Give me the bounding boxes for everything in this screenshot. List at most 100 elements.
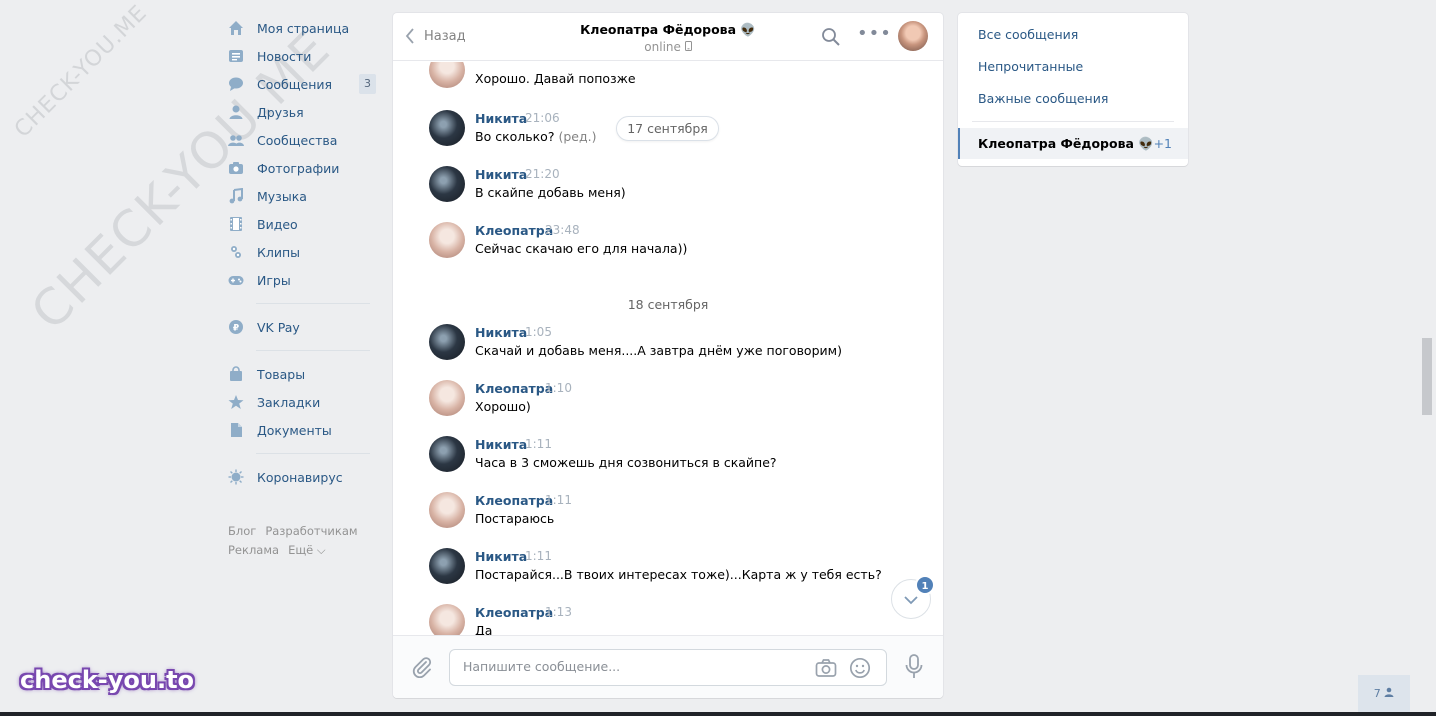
message-text: Часа в 3 сможешь дня созвониться в скайп… bbox=[475, 455, 777, 470]
avatar[interactable] bbox=[429, 548, 465, 584]
clips-icon bbox=[228, 244, 244, 260]
menu-item-my-page[interactable]: Моя страница bbox=[226, 14, 376, 42]
more-options-icon[interactable]: ••• bbox=[857, 25, 892, 43]
left-menu: Моя страница Новости Сообщения 3 Друзья … bbox=[226, 14, 376, 491]
menu-item-label: Закладки bbox=[257, 394, 321, 410]
menu-item-coronavirus[interactable]: Коронавирус bbox=[226, 463, 376, 491]
menu-item-friends[interactable]: Друзья bbox=[226, 98, 376, 126]
message-time: 1:13 bbox=[545, 605, 572, 619]
unread-count-badge: 1 bbox=[915, 575, 935, 595]
messages-count-badge: 3 bbox=[359, 74, 376, 94]
search-icon[interactable] bbox=[821, 27, 841, 47]
message-author[interactable]: Клеопатра bbox=[475, 605, 553, 620]
menu-item-label: Музыка bbox=[257, 188, 307, 204]
paperclip-icon[interactable] bbox=[411, 656, 433, 679]
floating-date-pill: 17 сентября bbox=[616, 116, 719, 141]
news-icon bbox=[228, 48, 244, 64]
emoji-smile-icon[interactable] bbox=[849, 657, 871, 679]
avatar[interactable] bbox=[429, 166, 465, 202]
menu-item-bookmarks[interactable]: Закладки bbox=[226, 388, 376, 416]
mobile-phone-icon bbox=[684, 40, 692, 54]
message-author[interactable]: Клеопатра bbox=[475, 381, 553, 396]
filter-unread[interactable]: Непрочитанные bbox=[978, 59, 1083, 74]
music-note-icon bbox=[228, 188, 244, 204]
chat-window: Назад Клеопатра Фёдорова 👽 online ••• 17… bbox=[393, 13, 943, 698]
watermark-small: CHECK-YOU.ME bbox=[10, 0, 153, 143]
avatar[interactable] bbox=[429, 62, 465, 88]
menu-item-label: Видео bbox=[257, 216, 298, 232]
edited-mark: (ред.) bbox=[558, 129, 597, 144]
document-icon bbox=[228, 422, 244, 438]
online-friends-button[interactable]: 7 bbox=[1358, 675, 1410, 712]
footer-link-developers[interactable]: Разработчикам bbox=[265, 524, 357, 538]
menu-item-label: VK Pay bbox=[257, 319, 300, 335]
avatar[interactable] bbox=[429, 324, 465, 360]
avatar[interactable] bbox=[429, 222, 465, 258]
menu-item-news[interactable]: Новости bbox=[226, 42, 376, 70]
message-time: 1:11 bbox=[525, 549, 552, 563]
message-author[interactable]: Клеопатра bbox=[475, 493, 553, 508]
footer-link-ads[interactable]: Реклама bbox=[228, 543, 279, 557]
active-dialog-item[interactable]: Клеопатра Фёдорова 👽 +1 bbox=[958, 128, 1188, 159]
menu-item-games[interactable]: Игры bbox=[226, 266, 376, 294]
message-time: 1:10 bbox=[545, 381, 572, 395]
menu-item-label: Сообщества bbox=[257, 132, 338, 148]
message-text: Постараюсь bbox=[475, 511, 555, 526]
menu-item-clips[interactable]: Клипы bbox=[226, 238, 376, 266]
message-author[interactable]: Никита bbox=[475, 111, 527, 126]
avatar[interactable] bbox=[429, 436, 465, 472]
menu-item-label: Документы bbox=[257, 422, 332, 438]
active-dialog-count: +1 bbox=[1153, 136, 1172, 151]
messages-icon bbox=[228, 76, 244, 92]
avatar[interactable] bbox=[429, 604, 465, 635]
message-text: Во сколько? (ред.) bbox=[475, 129, 596, 144]
avatar[interactable] bbox=[429, 110, 465, 146]
gamepad-icon bbox=[228, 272, 244, 288]
message-input-box bbox=[449, 649, 887, 686]
message-time: 1:11 bbox=[545, 493, 572, 507]
date-separator: 18 сентября bbox=[627, 297, 709, 312]
message-text: Хорошо. Давай попозже bbox=[475, 71, 636, 86]
message-author[interactable]: Никита bbox=[475, 167, 527, 182]
message-input[interactable] bbox=[463, 659, 803, 674]
message-text: Да bbox=[475, 623, 493, 635]
menu-divider bbox=[256, 453, 370, 454]
svg-text:₽: ₽ bbox=[233, 324, 239, 334]
camera-icon bbox=[228, 160, 244, 176]
message-author[interactable]: Никита bbox=[475, 437, 527, 452]
chat-header: Назад Клеопатра Фёдорова 👽 online ••• bbox=[393, 13, 943, 61]
menu-item-photos[interactable]: Фотографии bbox=[226, 154, 376, 182]
avatar[interactable] bbox=[429, 492, 465, 528]
message-author[interactable]: Никита bbox=[475, 325, 527, 340]
menu-item-communities[interactable]: Сообщества bbox=[226, 126, 376, 154]
message-text-body: Во сколько? bbox=[475, 129, 555, 144]
message-time: 23:48 bbox=[545, 223, 580, 237]
active-dialog-name: Клеопатра Фёдорова 👽 bbox=[978, 136, 1154, 151]
footer-link-more[interactable]: Ещё ⌵ bbox=[288, 543, 326, 557]
menu-item-music[interactable]: Музыка bbox=[226, 182, 376, 210]
footer-link-blog[interactable]: Блог bbox=[228, 524, 256, 538]
message-author[interactable]: Никита bbox=[475, 549, 527, 564]
menu-item-messages[interactable]: Сообщения 3 bbox=[226, 70, 376, 98]
menu-item-video[interactable]: Видео bbox=[226, 210, 376, 238]
filter-important[interactable]: Важные сообщения bbox=[978, 91, 1108, 106]
menu-item-vk-pay[interactable]: ₽ VK Pay bbox=[226, 313, 376, 341]
peer-avatar[interactable] bbox=[898, 21, 928, 51]
menu-item-goods[interactable]: Товары bbox=[226, 360, 376, 388]
page-scrollbar-thumb[interactable] bbox=[1422, 338, 1432, 415]
microphone-icon[interactable] bbox=[904, 654, 924, 680]
message-composer bbox=[393, 635, 943, 698]
filter-all-messages[interactable]: Все сообщения bbox=[978, 27, 1078, 42]
avatar[interactable] bbox=[429, 380, 465, 416]
menu-divider bbox=[256, 350, 370, 351]
menu-item-label: Товары bbox=[257, 366, 306, 382]
menu-item-label: Фотографии bbox=[257, 160, 340, 176]
message-text: Постарайся...В твоих интересах тоже)...К… bbox=[475, 567, 882, 582]
menu-item-documents[interactable]: Документы bbox=[226, 416, 376, 444]
message-author[interactable]: Клеопатра bbox=[475, 223, 553, 238]
person-icon bbox=[1384, 687, 1394, 700]
online-count: 7 bbox=[1373, 687, 1381, 700]
peer-status-text: online bbox=[644, 40, 681, 54]
home-icon bbox=[228, 20, 244, 36]
camera-icon[interactable] bbox=[815, 658, 837, 678]
